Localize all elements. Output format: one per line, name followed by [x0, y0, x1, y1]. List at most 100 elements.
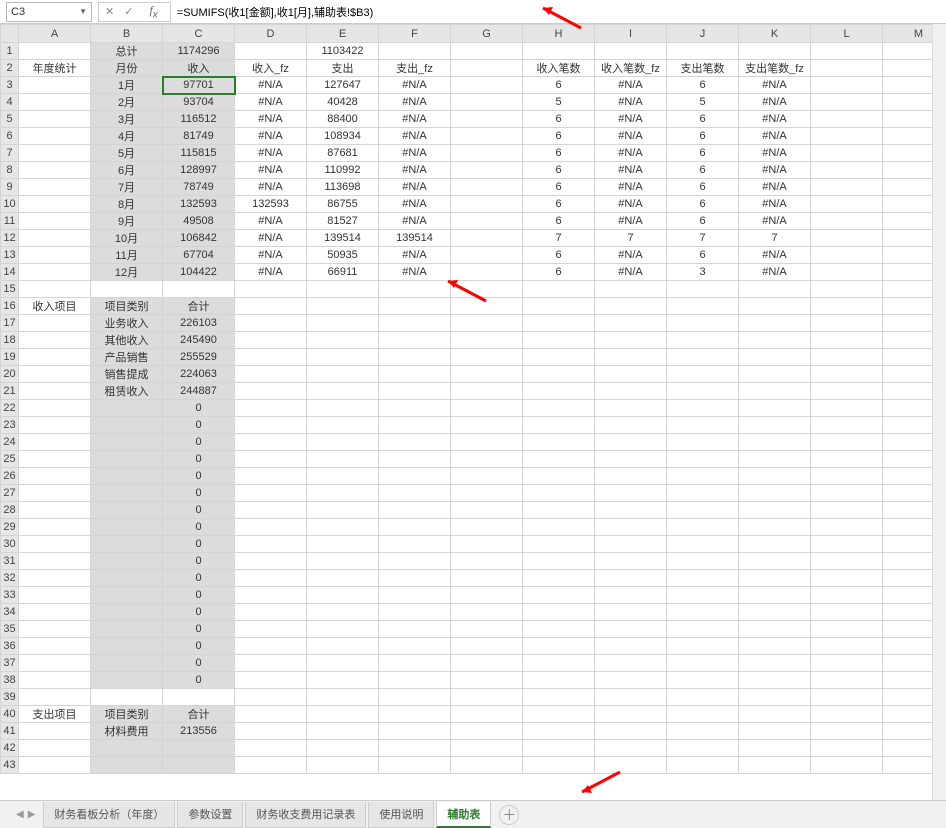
- row-header[interactable]: 15: [1, 281, 19, 298]
- cell[interactable]: 6: [667, 179, 739, 196]
- cell[interactable]: [19, 145, 91, 162]
- cell[interactable]: [739, 621, 811, 638]
- cell[interactable]: [739, 740, 811, 757]
- cell[interactable]: [451, 230, 523, 247]
- cell[interactable]: [595, 468, 667, 485]
- cell[interactable]: [595, 621, 667, 638]
- cell[interactable]: [451, 468, 523, 485]
- cell[interactable]: 0: [163, 672, 235, 689]
- cell[interactable]: #N/A: [739, 213, 811, 230]
- cell[interactable]: 40428: [307, 94, 379, 111]
- cell[interactable]: [451, 706, 523, 723]
- cell[interactable]: 支出_fz: [379, 60, 451, 77]
- cell[interactable]: [595, 400, 667, 417]
- cell[interactable]: [523, 434, 595, 451]
- col-header-I[interactable]: I: [595, 25, 667, 43]
- cell[interactable]: [811, 247, 883, 264]
- cell[interactable]: [235, 349, 307, 366]
- cell[interactable]: 1174296: [163, 43, 235, 60]
- cell[interactable]: 0: [163, 485, 235, 502]
- cell[interactable]: [19, 587, 91, 604]
- cell[interactable]: [595, 706, 667, 723]
- cell[interactable]: [235, 485, 307, 502]
- cell[interactable]: 11月: [91, 247, 163, 264]
- cell[interactable]: [91, 553, 163, 570]
- cell[interactable]: [163, 740, 235, 757]
- cell[interactable]: #N/A: [739, 77, 811, 94]
- cell[interactable]: [19, 196, 91, 213]
- row-header[interactable]: 19: [1, 349, 19, 366]
- cell[interactable]: [307, 366, 379, 383]
- cell[interactable]: 0: [163, 655, 235, 672]
- cell[interactable]: [523, 536, 595, 553]
- cell[interactable]: [235, 519, 307, 536]
- cell[interactable]: 106842: [163, 230, 235, 247]
- cell[interactable]: [235, 434, 307, 451]
- cell[interactable]: #N/A: [595, 179, 667, 196]
- cell[interactable]: 10月: [91, 230, 163, 247]
- cell[interactable]: [595, 298, 667, 315]
- cell[interactable]: 6: [523, 196, 595, 213]
- cell[interactable]: [307, 655, 379, 672]
- col-header-J[interactable]: J: [667, 25, 739, 43]
- cell[interactable]: 6: [523, 145, 595, 162]
- cell[interactable]: #N/A: [595, 128, 667, 145]
- cell[interactable]: #N/A: [379, 264, 451, 281]
- cell[interactable]: 总计: [91, 43, 163, 60]
- cell[interactable]: #N/A: [235, 247, 307, 264]
- cell[interactable]: [19, 434, 91, 451]
- cell[interactable]: [523, 621, 595, 638]
- add-sheet-button[interactable]: ＋: [499, 805, 519, 825]
- cell[interactable]: [739, 587, 811, 604]
- cell[interactable]: [811, 349, 883, 366]
- cell[interactable]: 5: [523, 94, 595, 111]
- cell[interactable]: [667, 298, 739, 315]
- name-box[interactable]: C3 ▼: [6, 2, 92, 22]
- row-header[interactable]: 12: [1, 230, 19, 247]
- cell[interactable]: [235, 298, 307, 315]
- cell[interactable]: 50935: [307, 247, 379, 264]
- cell[interactable]: 6: [667, 111, 739, 128]
- cell[interactable]: [451, 485, 523, 502]
- cell[interactable]: [739, 706, 811, 723]
- cell[interactable]: [523, 366, 595, 383]
- cell[interactable]: 108934: [307, 128, 379, 145]
- cell[interactable]: 4月: [91, 128, 163, 145]
- cell[interactable]: [451, 604, 523, 621]
- cell[interactable]: [235, 706, 307, 723]
- cell[interactable]: [19, 400, 91, 417]
- cell[interactable]: [595, 519, 667, 536]
- cell[interactable]: [811, 570, 883, 587]
- sheet-tab[interactable]: 参数设置: [177, 802, 243, 828]
- cancel-icon[interactable]: ✕: [105, 5, 114, 18]
- cell[interactable]: [595, 332, 667, 349]
- cell[interactable]: [451, 621, 523, 638]
- row-header[interactable]: 1: [1, 43, 19, 60]
- cell[interactable]: [379, 621, 451, 638]
- cell[interactable]: 128997: [163, 162, 235, 179]
- cell[interactable]: #N/A: [235, 230, 307, 247]
- row-header[interactable]: 4: [1, 94, 19, 111]
- cell[interactable]: [811, 196, 883, 213]
- cell[interactable]: [523, 298, 595, 315]
- cell[interactable]: [523, 604, 595, 621]
- cell[interactable]: [811, 468, 883, 485]
- cell[interactable]: #N/A: [379, 111, 451, 128]
- cell[interactable]: [739, 332, 811, 349]
- cell[interactable]: [667, 706, 739, 723]
- row-header[interactable]: 37: [1, 655, 19, 672]
- cell[interactable]: [91, 485, 163, 502]
- row-header[interactable]: 40: [1, 706, 19, 723]
- row-header[interactable]: 6: [1, 128, 19, 145]
- cell[interactable]: [307, 723, 379, 740]
- cell[interactable]: [667, 587, 739, 604]
- cell[interactable]: 78749: [163, 179, 235, 196]
- cell[interactable]: [451, 757, 523, 774]
- row-header[interactable]: 23: [1, 417, 19, 434]
- cell[interactable]: [523, 502, 595, 519]
- cell[interactable]: [523, 451, 595, 468]
- cell[interactable]: [523, 638, 595, 655]
- cell[interactable]: [595, 43, 667, 60]
- cell[interactable]: [811, 502, 883, 519]
- cell[interactable]: #N/A: [739, 111, 811, 128]
